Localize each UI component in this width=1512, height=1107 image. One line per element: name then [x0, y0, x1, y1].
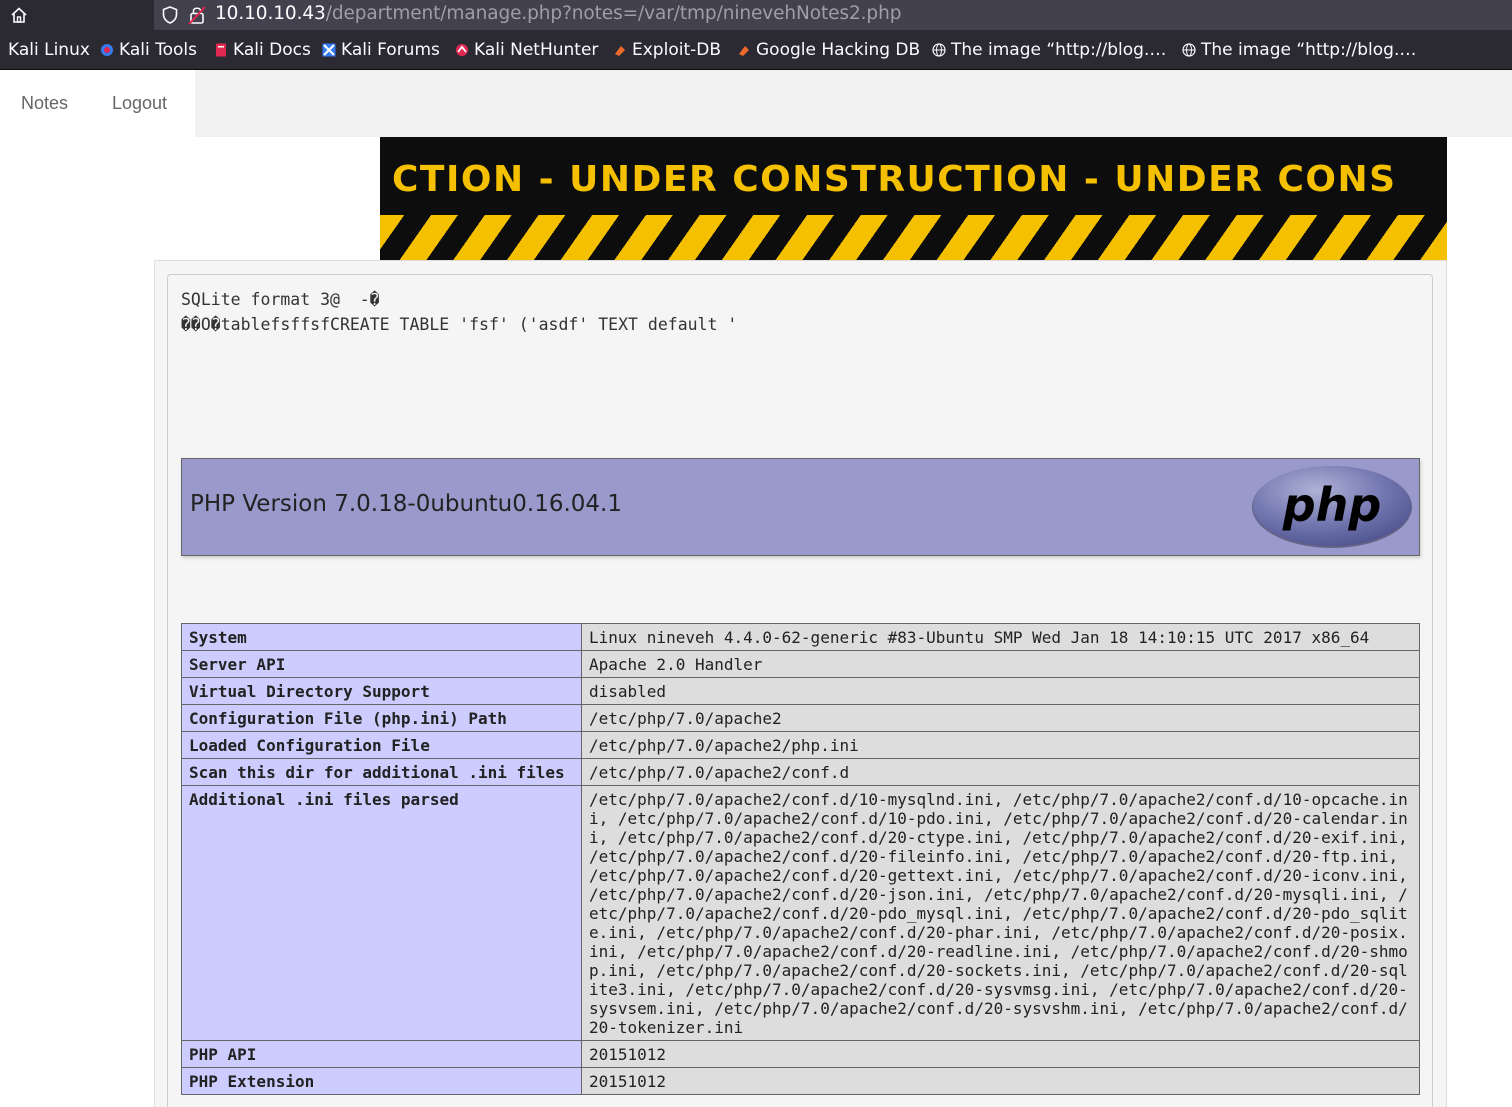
kali-forums-icon	[322, 43, 336, 57]
phpinfo-header: PHP Version 7.0.18-0ubuntu0.16.04.1 php	[181, 458, 1420, 556]
table-row: System Linux nineveh 4.4.0-62-generic #83…	[181, 623, 1420, 651]
row-value: /etc/php/7.0/apache2/php.ini	[581, 731, 1420, 759]
bookmark-kali-tools[interactable]: Kali Tools	[100, 39, 197, 61]
bookmark-label: Exploit-DB	[632, 40, 721, 60]
row-value: /etc/php/7.0/apache2/conf.d/10-mysqlnd.i…	[581, 785, 1420, 1041]
bookmark-kali-linux[interactable]: Kali Linux	[0, 39, 90, 61]
row-key: Configuration File (php.ini) Path	[181, 704, 582, 732]
banner-text: CTION - UNDER CONSTRUCTION - UNDER CONS	[392, 159, 1397, 200]
row-key: Additional .ini files parsed	[181, 785, 582, 1041]
hazard-stripes	[380, 215, 1447, 260]
table-row: Scan this dir for additional .ini files /…	[181, 758, 1420, 786]
bookmark-label: Kali Docs	[233, 40, 311, 60]
ghdb-icon	[739, 46, 749, 56]
insecure-lock-icon[interactable]	[187, 4, 207, 26]
table-row: Virtual Directory Support disabled	[181, 677, 1420, 705]
table-row: PHP API 20151012	[181, 1040, 1420, 1068]
kali-tools-icon	[101, 44, 113, 56]
row-key: PHP Extension	[181, 1067, 582, 1095]
kali-dragon-icon	[0, 43, 4, 57]
row-value: Apache 2.0 Handler	[581, 650, 1420, 678]
bookmark-label: Google Hacking DB	[756, 40, 921, 60]
url-path: /department/manage.php?notes=/var/tmp/ni…	[325, 3, 902, 24]
bookmark-label: Kali Tools	[119, 40, 197, 60]
bookmark-exploit-db[interactable]: Exploit-DB	[613, 39, 721, 61]
nav-logout-link[interactable]: Logout	[112, 93, 167, 114]
url-host: 10.10.10.43	[215, 3, 326, 24]
phpinfo-table-body: System Linux nineveh 4.4.0-62-generic #83…	[181, 623, 1420, 1095]
kali-nethunter-icon	[456, 44, 468, 56]
bookmark-blog-image-1[interactable]: The image “http://blog.…	[932, 39, 1166, 61]
bookmark-label: The image “http://blog.…	[951, 40, 1167, 60]
row-key: PHP API	[181, 1040, 582, 1068]
row-key: Virtual Directory Support	[181, 677, 582, 705]
bookmark-label: The image “http://blog.…	[1201, 40, 1417, 60]
bookmark-label: Kali NetHunter	[474, 40, 599, 60]
bookmark-ghdb[interactable]: Google Hacking DB	[737, 39, 920, 61]
kali-docs-icon	[216, 43, 226, 57]
home-icon[interactable]	[8, 4, 30, 26]
bookmark-kali-forums[interactable]: Kali Forums	[322, 39, 440, 61]
table-row: PHP Extension 20151012	[181, 1067, 1420, 1095]
top-nav-background	[195, 70, 1512, 137]
row-key: Loaded Configuration File	[181, 731, 582, 759]
row-value: /etc/php/7.0/apache2/conf.d	[581, 758, 1420, 786]
bookmarks-toolbar: Kali Linux Kali Tools Kali Docs Kali For…	[0, 30, 1512, 70]
row-key: Server API	[181, 650, 582, 678]
top-nav: Notes Logout	[0, 70, 195, 137]
under-construction-banner: CTION - UNDER CONSTRUCTION - UNDER CONS	[380, 137, 1447, 260]
table-row: Server API Apache 2.0 Handler	[181, 650, 1420, 678]
bookmark-kali-nethunter[interactable]: Kali NetHunter	[455, 39, 598, 61]
url-text[interactable]: 10.10.10.43/department/manage.php?notes=…	[215, 3, 901, 24]
nav-notes-link[interactable]: Notes	[21, 93, 68, 114]
row-value: 20151012	[581, 1067, 1420, 1095]
bookmark-label: Kali Forums	[341, 40, 440, 60]
php-logo: php	[1252, 466, 1412, 548]
table-row: Loaded Configuration File/etc/php/7.0/ap…	[181, 731, 1420, 759]
sqlite-header-line: SQLite format 3@ -�	[181, 290, 380, 309]
bookmark-kali-docs[interactable]: Kali Docs	[214, 39, 311, 61]
row-value: Linux nineveh 4.4.0-62-generic #83-Ubunt…	[581, 623, 1420, 651]
tracking-protection-shield-icon[interactable]	[160, 5, 180, 25]
php-logo-text: php	[1282, 478, 1382, 532]
phpinfo-table: System Linux nineveh 4.4.0-62-generic #83…	[181, 623, 1420, 1095]
exploit-db-icon	[615, 46, 625, 56]
row-key: Scan this dir for additional .ini files	[181, 758, 582, 786]
bookmark-label: Kali Linux	[8, 40, 90, 60]
globe-icon	[1182, 43, 1196, 57]
browser-toolbar: 10.10.10.43/department/manage.php?notes=…	[0, 0, 1512, 30]
row-value: disabled	[581, 677, 1420, 705]
php-version-title: PHP Version 7.0.18-0ubuntu0.16.04.1	[190, 491, 622, 517]
table-row: Configuration File (php.ini) Path/etc/ph…	[181, 704, 1420, 732]
table-row: Additional .ini files parsed/etc/php/7.0…	[181, 785, 1420, 1041]
web-page: Notes Logout CTION - UNDER CONSTRUCTION …	[0, 70, 1512, 1107]
row-value: 20151012	[581, 1040, 1420, 1068]
row-key: System	[181, 623, 582, 651]
row-value: /etc/php/7.0/apache2	[581, 704, 1420, 732]
globe-icon	[932, 43, 946, 57]
bookmark-blog-image-2[interactable]: The image “http://blog.…	[1182, 39, 1416, 61]
sqlite-table-line: ��O�tablefsffsfCREATE TABLE 'fsf' ('asdf…	[181, 315, 738, 334]
